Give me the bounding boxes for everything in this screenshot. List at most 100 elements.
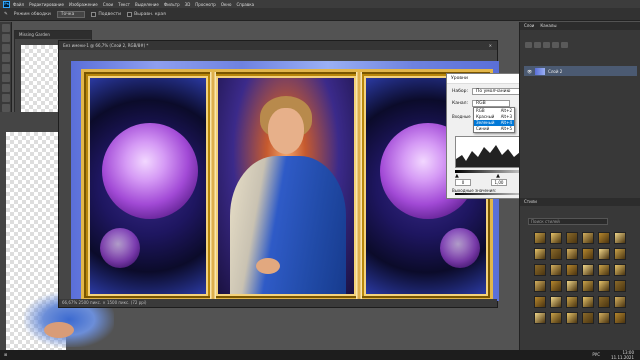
style-swatch[interactable] [598,296,610,308]
style-swatch[interactable] [566,232,578,244]
style-swatch[interactable] [550,280,562,292]
eye-icon[interactable]: 👁 [527,69,532,74]
menu-window[interactable]: Окно [221,2,232,7]
style-swatch[interactable] [566,296,578,308]
option-label: Синий [476,126,490,131]
style-swatch[interactable] [582,312,594,324]
lock-icon[interactable] [552,42,559,48]
input-black-value[interactable]: 0 [455,179,471,186]
style-swatch[interactable] [550,264,562,276]
gold-pillar [356,72,362,304]
gradient-tool-icon[interactable] [2,104,10,112]
blend-mode-icon[interactable] [534,42,541,48]
menu-text[interactable]: Текст [118,2,130,7]
channel-option-blue[interactable]: Синий Alt+5 [474,126,514,132]
opacity-icon[interactable] [543,42,550,48]
tab-channels[interactable]: Каналы [540,22,556,30]
style-swatch[interactable] [534,248,546,260]
style-swatch[interactable] [598,232,610,244]
style-swatch[interactable] [566,312,578,324]
portrait-hand [256,258,280,274]
menu-3d[interactable]: 3D [185,2,191,7]
photoshop-logo-icon[interactable]: Ps [3,0,10,8]
small-rose-image [100,228,140,268]
menu-filter[interactable]: Фильтр [164,2,180,7]
checkbox-icon[interactable] [127,11,133,17]
channel-select[interactable]: RGB [472,100,511,107]
menu-image[interactable]: Изображение [69,2,98,7]
menu-help[interactable]: Справка [236,2,254,7]
style-swatch[interactable] [582,232,594,244]
style-swatch[interactable] [614,232,626,244]
stamp-tool-icon[interactable] [2,84,10,92]
windows-start-icon[interactable]: ⊞ [4,352,7,357]
style-select[interactable]: Точка [56,10,86,18]
style-swatch[interactable] [614,264,626,276]
eraser-tool-icon[interactable] [2,94,10,102]
tab-styles[interactable]: Стили [524,198,537,206]
input-gamma-value[interactable]: 1,00 [491,179,507,186]
marquee-tool-icon[interactable] [2,34,10,42]
style-swatch[interactable] [582,248,594,260]
menu-view[interactable]: Просмотр [195,2,216,7]
language-indicator[interactable]: РУС [592,352,600,357]
main-document-window[interactable]: Без имени-1 @ 66,7% (Слой 2, RGB/8#) * ✕… [58,40,499,308]
tab-layers[interactable]: Слои [524,22,534,30]
style-swatch[interactable] [598,280,610,292]
style-swatch[interactable] [598,248,610,260]
filter-icon[interactable] [525,42,532,48]
style-swatch[interactable] [614,280,626,292]
menu-layers[interactable]: Слои [103,2,113,7]
style-swatch[interactable] [534,280,546,292]
status-bar: 66,67% 2500 пикс. × 1500 пикс. (72 ppi) [59,299,497,307]
menu-file[interactable]: Файл [13,2,24,7]
style-swatch[interactable] [614,296,626,308]
image-canvas[interactable] [71,61,499,304]
clock[interactable]: 13:00 11.11.2021 [611,350,634,360]
checkbox-icon[interactable] [91,11,97,17]
gold-frame [81,69,493,304]
style-swatch[interactable] [550,232,562,244]
styles-panel: Стили Поиск стилей [520,198,640,360]
document-window-secondary[interactable] [0,112,114,360]
eyedropper-tool-icon[interactable] [2,64,10,72]
style-swatch[interactable] [582,280,594,292]
styles-search-input[interactable]: Поиск стилей [528,218,608,225]
dialog-title: Уровни [451,76,468,81]
move-tool-icon[interactable] [2,24,10,32]
style-swatch[interactable] [534,232,546,244]
checkbox-option-2[interactable]: Выравн. края [127,11,166,17]
option-shortcut: Alt+5 [500,126,512,131]
menu-edit[interactable]: Редактирование [29,2,64,7]
style-swatch[interactable] [614,248,626,260]
layer-row-selected[interactable]: 👁 Слой 2 [524,66,637,76]
style-swatch[interactable] [534,296,546,308]
style-swatch[interactable] [566,248,578,260]
style-swatch[interactable] [534,264,546,276]
style-swatch[interactable] [614,312,626,324]
style-swatch[interactable] [550,312,562,324]
style-swatch[interactable] [550,248,562,260]
checkbox-option-1[interactable]: Подвести [91,11,122,17]
style-swatch[interactable] [598,264,610,276]
document-tab[interactable]: Missing Garden [15,31,91,39]
brush-tool-icon[interactable] [2,74,10,82]
input-label: Входные [452,114,471,119]
style-swatch[interactable] [566,264,578,276]
main-document-tab[interactable]: Без имени-1 @ 66,7% (Слой 2, RGB/8#) * ✕ [59,41,497,50]
close-icon[interactable]: ✕ [489,41,492,50]
crop-tool-icon[interactable] [2,54,10,62]
checkbox-label: Выравн. края [134,11,166,17]
style-swatch[interactable] [582,264,594,276]
style-swatch[interactable] [534,312,546,324]
brush-tool-icon[interactable]: ✎ [4,12,8,17]
checkbox-label: Подвести [98,11,122,17]
menu-select[interactable]: Выделение [135,2,159,7]
channel-dropdown-list[interactable]: RGB Alt+2 Красный Alt+3 Зеленый Alt+4 Синий… [473,107,515,133]
lasso-tool-icon[interactable] [2,44,10,52]
style-swatch[interactable] [582,296,594,308]
style-swatch[interactable] [566,280,578,292]
style-swatch[interactable] [598,312,610,324]
style-swatch[interactable] [550,296,562,308]
fill-icon[interactable] [561,42,568,48]
